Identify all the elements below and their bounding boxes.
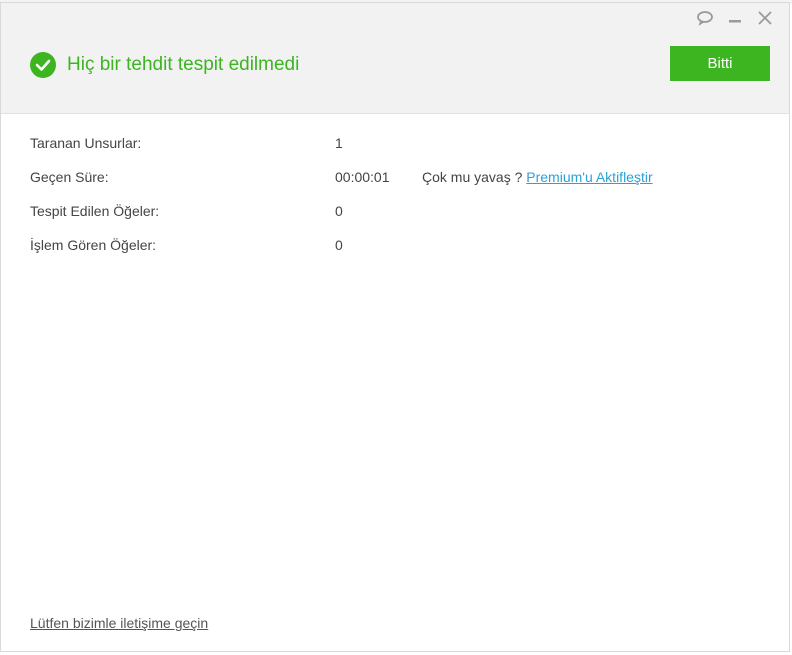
done-button[interactable]: Bitti <box>670 46 770 81</box>
success-check-icon <box>30 52 56 78</box>
status-message: Hiç bir tehdit tespit edilmedi <box>67 54 300 75</box>
stat-label: İşlem Gören Öğeler: <box>30 237 157 253</box>
stat-label: Geçen Süre: <box>30 169 109 185</box>
upsell-prompt: Çok mu yavaş ? <box>422 169 523 185</box>
stat-value: 0 <box>335 237 343 253</box>
stat-value: 0 <box>335 203 343 219</box>
close-icon[interactable] <box>753 7 777 29</box>
stat-label: Taranan Unsurlar: <box>30 135 142 151</box>
stat-value: 1 <box>335 135 343 151</box>
upsell-text: Çok mu yavaş ? Premium'u Aktifleştir <box>422 169 653 185</box>
activate-premium-link[interactable]: Premium'u Aktifleştir <box>526 169 652 185</box>
scan-result-window: Hiç bir tehdit tespit edilmedi Bitti Tar… <box>0 2 790 652</box>
stat-label: Tespit Edilen Öğeler: <box>30 203 160 219</box>
scan-status: Hiç bir tehdit tespit edilmedi <box>30 52 299 78</box>
contact-us-link[interactable]: Lütfen bizimle iletişime geçin <box>30 615 208 631</box>
chat-bubble-icon[interactable] <box>693 7 717 29</box>
result-header: Hiç bir tehdit tespit edilmedi Bitti <box>1 3 789 114</box>
window-controls <box>693 7 777 29</box>
stat-value: 00:00:01 <box>335 169 390 185</box>
minimize-icon[interactable] <box>723 7 747 29</box>
